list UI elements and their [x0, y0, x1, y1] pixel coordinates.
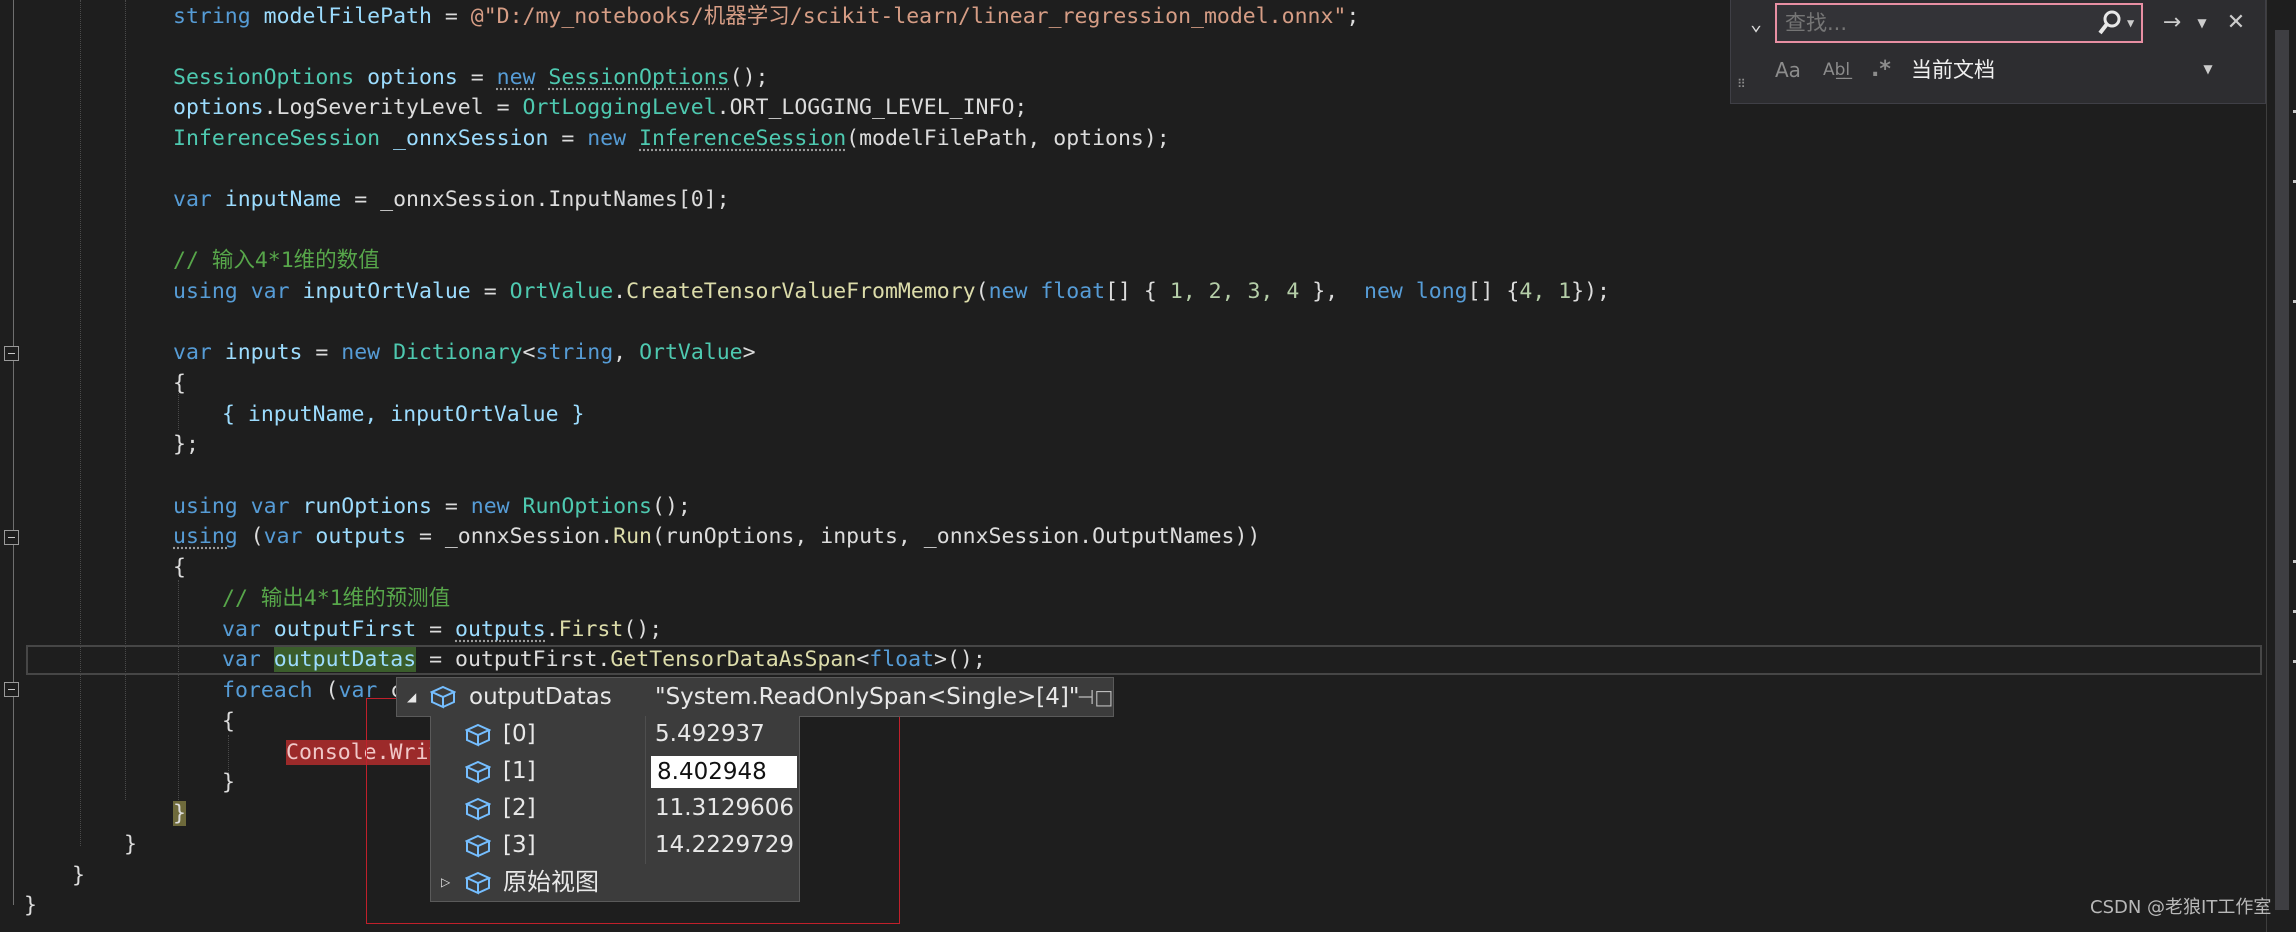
find-input[interactable] [1775, 3, 2143, 43]
datatip-item-name: [0] [503, 721, 536, 747]
code-line: { [173, 371, 186, 396]
datatip-item-name: [3] [503, 832, 536, 858]
code-line: { [222, 709, 235, 734]
variable-cube-icon [465, 797, 491, 821]
code-line: var inputs = new Dictionary<string, OrtV… [173, 340, 756, 365]
datatip-raw-view[interactable]: ▷ 原始视图 [431, 864, 799, 901]
collapse-toggle-using[interactable] [4, 530, 19, 545]
column-divider [645, 716, 646, 753]
variable-cube-icon [430, 685, 456, 709]
scrollbar-thumb[interactable] [2275, 30, 2289, 910]
code-line: var outputDatas = outputFirst.GetTensorD… [222, 647, 986, 672]
code-line: { [173, 555, 186, 580]
datatip-children: [0] 5.492937 [1] [2] 11.3129606 [3] 14.2 [430, 716, 800, 902]
datatip-item[interactable]: [0] 5.492937 [431, 716, 799, 753]
variable-cube-icon [465, 871, 491, 895]
collapse-toggle-inputs[interactable] [4, 346, 19, 361]
search-scope-dropdown[interactable]: 当前文档 [1911, 53, 1995, 87]
column-divider [645, 827, 646, 864]
code-line: options.LogSeverityLevel = OrtLoggingLev… [173, 95, 1028, 120]
datatip-variable-name: outputDatas [469, 684, 612, 710]
outline-line [13, 0, 14, 905]
column-divider [645, 753, 646, 790]
vertical-scrollbar[interactable] [2266, 0, 2296, 932]
code-comment: // 输出4*1维的预测值 [222, 586, 451, 611]
expand-triangle-icon[interactable]: ▷ [441, 864, 450, 901]
raw-view-label: 原始视图 [503, 868, 599, 896]
collapse-toggle-foreach[interactable] [4, 682, 19, 697]
code-line: } [24, 893, 37, 918]
datatip-item-value[interactable]: 14.2229729 [655, 827, 794, 864]
search-icon[interactable] [2097, 9, 2123, 37]
code-line: } [222, 770, 235, 795]
match-case-toggle[interactable]: Aa [1775, 52, 1801, 88]
code-line: using var runOptions = new RunOptions(); [173, 494, 691, 519]
code-line: var inputName = _onnxSession.InputNames[… [173, 187, 730, 212]
resize-grip-icon[interactable]: ⠿ [1737, 78, 1746, 90]
indent-guide [80, 0, 81, 846]
chevron-down-icon[interactable]: ▼ [2197, 54, 2219, 84]
datatip-item[interactable]: [2] 11.3129606 [431, 790, 799, 827]
variable-cube-icon [465, 723, 491, 747]
close-icon[interactable]: ✕ [2221, 8, 2251, 38]
datatip-header[interactable]: ◢ outputDatas "System.ReadOnlySpan<Singl… [396, 677, 1114, 717]
code-editor[interactable]: string modelFilePath = @"D:/my_notebooks… [0, 0, 2264, 932]
code-line: }; [173, 432, 199, 457]
datatip-item-value[interactable]: 5.492937 [655, 716, 765, 753]
code-line: } [173, 799, 186, 830]
highlighted-variable: outputDatas [273, 647, 417, 672]
collapse-triangle-icon[interactable]: ◢ [407, 678, 416, 716]
chevron-down-icon[interactable]: ⌄ [1743, 10, 1769, 36]
code-line: var outputFirst = outputs.First(); [222, 617, 663, 642]
code-line: SessionOptions options = new SessionOpti… [173, 65, 769, 90]
indent-guide [178, 580, 179, 800]
match-whole-word-toggle[interactable]: Ab̲l̲ [1823, 52, 1850, 88]
code-line: using (var outputs = _onnxSession.Run(ru… [173, 524, 1261, 549]
code-line: { inputName, inputOrtValue } [222, 402, 585, 427]
datatip-item-value[interactable]: 11.3129606 [655, 790, 794, 827]
find-next-button[interactable]: → [2157, 8, 2187, 38]
code-line: } [72, 863, 85, 888]
datatip-variable-value: "System.ReadOnlySpan<Single>[4]" [655, 684, 1080, 710]
variable-cube-icon [465, 760, 491, 784]
datatip-value-editor[interactable] [651, 756, 797, 788]
editor-margin [0, 0, 28, 932]
code-line: } [124, 832, 137, 857]
datatip-item[interactable]: [1] [431, 753, 799, 790]
datatip-item-name: [1] [503, 758, 536, 784]
variable-cube-icon [465, 834, 491, 858]
search-options-dropdown-icon[interactable]: ▼ [2127, 10, 2134, 36]
pin-icon[interactable]: ⊣□ [1077, 678, 1113, 716]
matching-brace: } [173, 801, 186, 826]
column-divider [645, 790, 646, 827]
datatip-item[interactable]: [3] 14.2229729 [431, 827, 799, 864]
code-line: using var inputOrtValue = OrtValue.Creat… [173, 279, 1610, 304]
regex-toggle[interactable]: .* [1871, 52, 1891, 88]
watermark: CSDN @老狼IT工作室 [2090, 897, 2272, 918]
chevron-down-icon[interactable]: ▼ [2191, 8, 2213, 38]
indent-guide [125, 0, 126, 800]
datatip-item-name: [2] [503, 795, 536, 821]
code-line: string modelFilePath = @"D:/my_notebooks… [173, 4, 1360, 29]
code-line: InferenceSession _onnxSession = new Infe… [173, 126, 1170, 151]
code-comment: // 输入4*1维的数值 [173, 248, 380, 273]
find-widget: ⌄ ▼ → ▼ ✕ Aa Ab̲l̲ .* 当前文档 ▼ ⠿ [1730, 0, 2266, 104]
